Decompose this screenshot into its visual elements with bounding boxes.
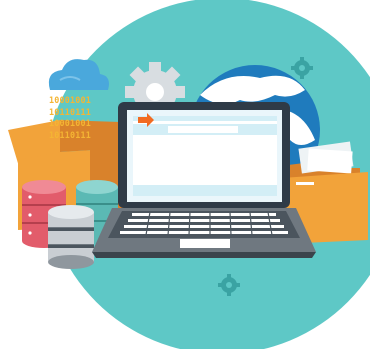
binary-code: 10001001 10110111 10001001 10110111 <box>49 95 109 141</box>
binary-line: 10110111 <box>49 129 91 140</box>
binary-line: 10001001 <box>49 118 91 128</box>
binary-line: 10001001 <box>49 95 91 105</box>
illustration-canvas <box>8 0 370 349</box>
laptop-icon <box>92 102 316 258</box>
binary-line: 10110111 <box>49 106 91 117</box>
trackpad <box>180 239 230 248</box>
